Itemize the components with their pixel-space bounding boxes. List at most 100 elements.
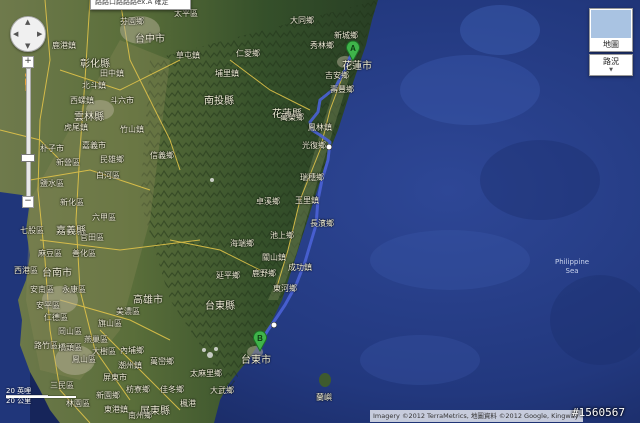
label-donghe: 東河鄉 (273, 284, 297, 293)
label-tainan-city: 台南市 (42, 268, 72, 279)
label-nanzhou: 南州鄉 (128, 411, 152, 420)
label-xiulin: 秀林鄉 (310, 41, 334, 50)
label-changbin: 長濱鄉 (310, 219, 334, 228)
label-xigang: 西港區 (14, 266, 38, 275)
label-puzi: 朴子市 (40, 144, 64, 153)
label-qiaotou: 橋頭區 (58, 343, 82, 352)
label-xiluo: 西螺鎮 (70, 96, 94, 105)
label-qigu: 七股區 (20, 226, 44, 235)
map-type-button[interactable]: 地圖 (589, 8, 633, 52)
pan-right-icon[interactable]: ▶ (37, 30, 42, 38)
label-yanping: 延平鄉 (216, 271, 240, 280)
route-waypoint[interactable] (270, 321, 278, 329)
zoom-in-button[interactable]: + (22, 56, 34, 68)
label-madou: 麻豆區 (38, 249, 62, 258)
traffic-button[interactable]: 路況 ▼ (589, 54, 633, 76)
label-baihe: 白河區 (96, 171, 120, 180)
label-chaozhou: 潮州鎮 (118, 361, 142, 370)
zoom-slider-thumb[interactable] (21, 154, 35, 162)
route-summary-box[interactable]: 路路口路路路ex.A 確定 (90, 0, 191, 10)
map-type-thumbnail (591, 10, 631, 38)
label-neipu: 內埔鄉 (120, 346, 144, 355)
label-tianzhong: 田中鎮 (100, 69, 124, 78)
label-philippine-sea: Philippine Sea (555, 258, 589, 276)
label-xincheng: 新城鄉 (334, 31, 358, 40)
scale-km: 20 公里 (6, 396, 76, 406)
label-huwei: 虎尾鎮 (64, 123, 88, 132)
label-fangliao: 枋寮鄉 (126, 385, 150, 394)
label-zhuoxi: 卓溪鄉 (256, 197, 280, 206)
green-island (319, 373, 331, 387)
label-ruisui: 瑞穗鄉 (300, 173, 324, 182)
label-donggang: 東港鎮 (104, 405, 128, 414)
label-gangshan: 岡山區 (58, 327, 82, 336)
label-anping: 安平區 (36, 301, 60, 310)
label-yongkang: 永康區 (62, 285, 86, 294)
scale-km-label: 20 公里 (6, 397, 32, 405)
label-datong: 大同鄉 (290, 16, 314, 25)
label-ji-an: 吉安鄉 (325, 71, 349, 80)
label-sanmin: 三民區 (50, 381, 74, 390)
label-zhushan: 竹山鎮 (120, 125, 144, 134)
label-minxiong: 民雄鄉 (100, 155, 124, 164)
label-puli: 埔里鎮 (215, 69, 239, 78)
label-taitung-city: 台東市 (241, 355, 271, 366)
label-taichung-city: 台中市 (135, 34, 165, 45)
label-yuli: 玉里鎮 (295, 196, 319, 205)
pan-down-icon[interactable]: ▼ (25, 42, 30, 50)
route-waypoint[interactable] (325, 143, 333, 151)
label-chishang: 池上鄉 (270, 231, 294, 240)
chevron-down-icon: ▼ (609, 67, 613, 73)
pan-up-icon[interactable]: ▲ (25, 18, 30, 26)
watermark: #1560567 (572, 406, 625, 419)
label-taimali: 太麻里鄉 (190, 369, 222, 378)
scale-bar: 20 英哩 20 公里 (6, 386, 76, 406)
label-kaohsiung-city: 高雄市 (133, 295, 163, 306)
label-dawu: 大武鄉 (210, 386, 234, 395)
marker-b[interactable]: B (252, 330, 268, 352)
label-shoufeng: 壽豐鄉 (330, 85, 354, 94)
zoom-out-button[interactable]: − (22, 196, 34, 208)
label-xinyi: 信義鄉 (150, 151, 174, 160)
label-chenggong: 成功鎮 (288, 263, 312, 272)
label-guangfu: 光復鄉 (302, 141, 326, 150)
label-luzhu: 路竹區 (34, 341, 58, 350)
label-nantou-county: 南投縣 (204, 96, 234, 107)
label-taitung-county: 台東縣 (205, 301, 235, 312)
label-fenglin: 鳳林鎮 (308, 123, 332, 132)
label-yunlin-county: 雲林縣 (74, 112, 104, 123)
pan-control[interactable]: ▲ ▼ ◀ ▶ (10, 16, 46, 52)
marker-b-label: B (257, 334, 263, 343)
label-xinyuan: 新園鄉 (96, 391, 120, 400)
label-linyuan: 林園區 (66, 399, 90, 408)
scale-km-bar (6, 396, 76, 398)
sea-label-line1: Philippine (555, 258, 590, 266)
label-fenggang: 楓港 (180, 399, 196, 408)
label-qishan: 旗山區 (98, 319, 122, 328)
label-dashu: 大樹區 (92, 347, 116, 356)
label-wanrong: 萬榮鄉 (280, 113, 304, 122)
zoom-slider-track[interactable] (26, 68, 31, 198)
label-lugang: 鹿港鎮 (52, 41, 76, 50)
label-guanshan: 關山鎮 (262, 253, 286, 262)
label-rende: 仁德區 (44, 313, 68, 322)
label-hsinchu: 新化區 (60, 198, 84, 207)
label-shanhua: 善化區 (72, 249, 96, 258)
scale-miles: 20 英哩 (6, 386, 48, 397)
scale-miles-label: 20 英哩 (6, 387, 32, 395)
label-chiayi: 嘉義市 (82, 141, 106, 150)
label-annan: 安南區 (30, 285, 54, 294)
label-pingtung-city: 屏東市 (103, 373, 127, 382)
label-beidou: 北斗鎮 (82, 81, 106, 90)
label-caotun: 草屯鎮 (176, 51, 200, 60)
label-yanshui: 鹽水區 (40, 179, 64, 188)
pan-left-icon[interactable]: ◀ (13, 30, 18, 38)
map-type-label: 地圖 (603, 40, 619, 49)
map-attribution: Imagery ©2012 TerraMetrics, 地圖資料 ©2012 G… (370, 410, 583, 422)
label-douliu: 斗六市 (110, 96, 134, 105)
label-meinong: 美濃區 (116, 307, 140, 316)
label-luye: 鹿野鄉 (252, 269, 276, 278)
label-liujia: 六甲區 (92, 213, 116, 222)
label-guantian: 官田區 (80, 233, 104, 242)
label-jiadong: 佳冬鄉 (160, 385, 184, 394)
